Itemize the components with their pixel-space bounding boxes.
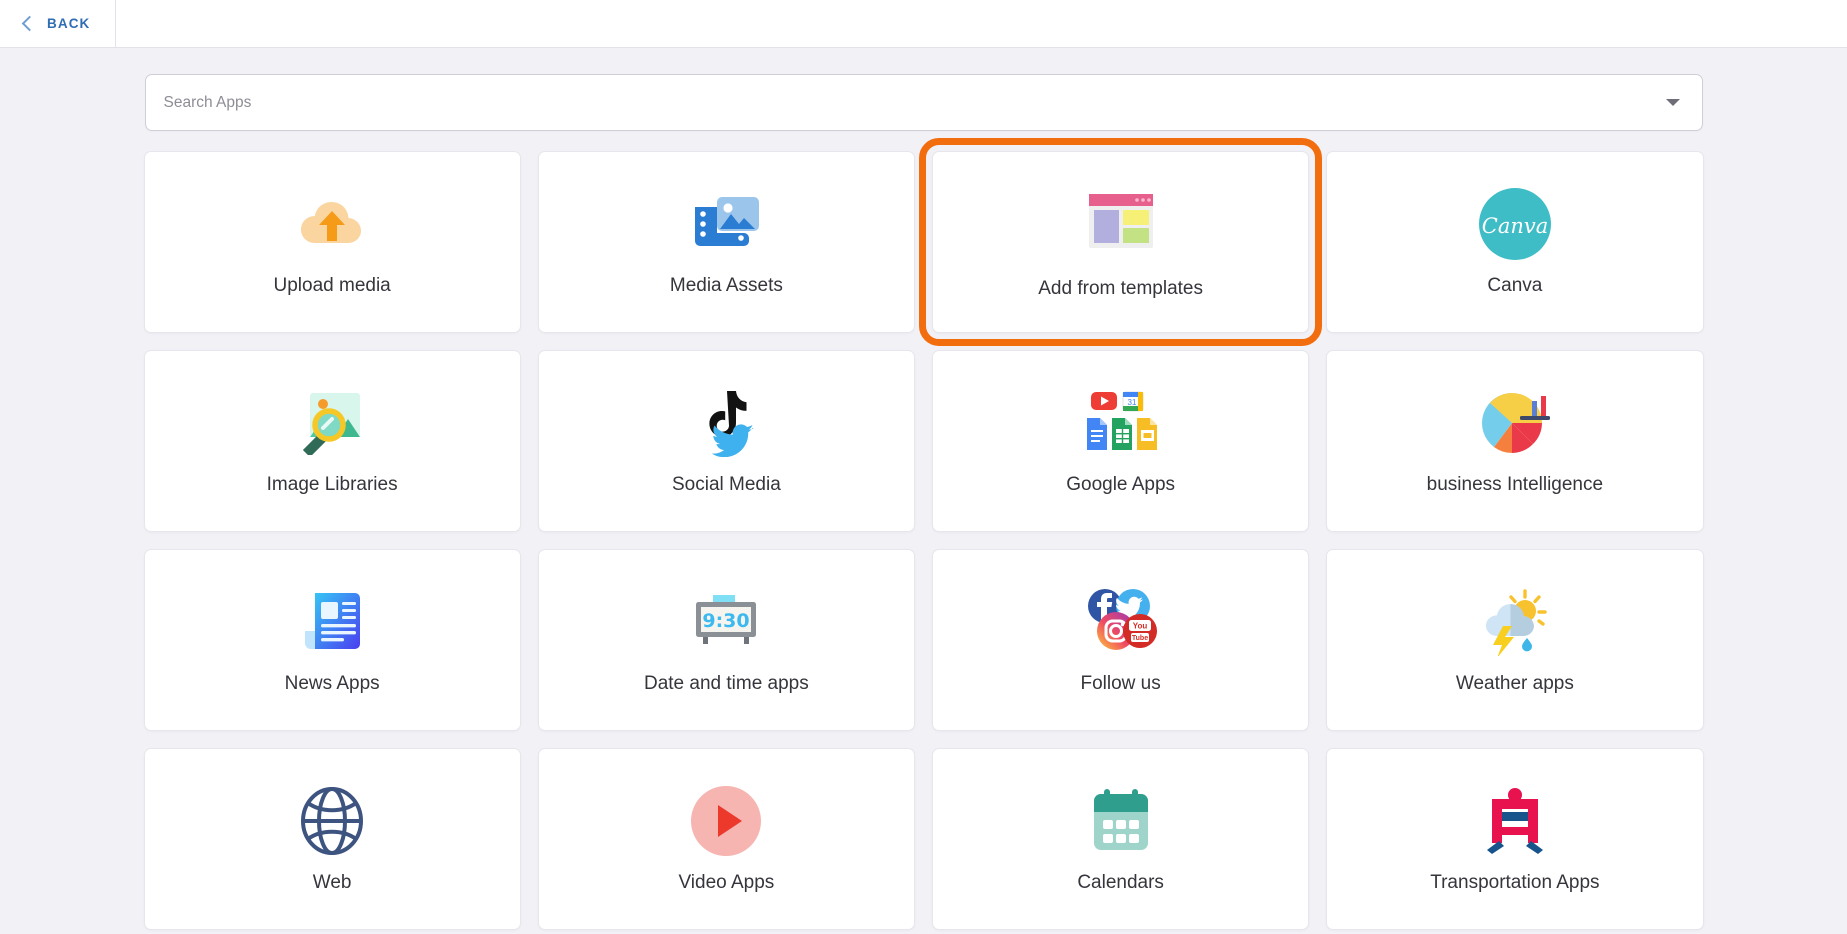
app-card-label: Web — [313, 872, 352, 895]
social-cluster-icon: You Tube — [1084, 585, 1158, 659]
sun-cloud-storm-icon — [1477, 585, 1553, 659]
app-card-weather-apps[interactable]: Weather apps — [1326, 549, 1703, 731]
search-input[interactable] — [162, 93, 1666, 113]
image-search-icon — [296, 386, 368, 460]
app-card-label: business Intelligence — [1427, 474, 1603, 497]
newspaper-icon — [297, 585, 367, 659]
canva-logo-icon: Canva — [1479, 187, 1551, 261]
app-card-label: Video Apps — [678, 872, 774, 895]
svg-text:31: 31 — [1127, 398, 1136, 407]
back-button-label: BACK — [47, 16, 90, 31]
chevron-down-icon[interactable] — [1666, 99, 1680, 106]
app-card-label: Calendars — [1077, 872, 1164, 895]
top-bar: BACK — [0, 0, 1847, 48]
app-card-label: Add from templates — [1038, 278, 1203, 301]
app-card-label: Upload media — [274, 275, 391, 298]
app-card-label: Canva — [1487, 275, 1542, 298]
pie-bar-chart-icon — [1476, 386, 1554, 460]
app-card-calendars[interactable]: Calendars — [932, 748, 1309, 930]
back-button[interactable]: BACK — [0, 0, 116, 47]
app-card-label: Social Media — [672, 474, 781, 497]
template-window-icon — [1086, 184, 1156, 258]
app-card-add-from-templates[interactable]: Add from templates — [932, 151, 1309, 333]
svg-text:Tube: Tube — [1132, 635, 1148, 642]
app-card-label: Media Assets — [670, 275, 783, 298]
app-card-canva[interactable]: Canva Canva — [1326, 151, 1703, 333]
film-photo-icon — [689, 187, 763, 261]
app-card-label: Follow us — [1081, 673, 1161, 696]
svg-text:You: You — [1132, 621, 1147, 630]
app-card-social-media[interactable]: Social Media — [538, 350, 915, 532]
cloud-upload-icon — [297, 187, 367, 261]
globe-icon — [298, 784, 366, 858]
app-card-google-apps[interactable]: 31 Google Apps — [932, 350, 1309, 532]
play-circle-icon — [691, 784, 761, 858]
tiktok-twitter-icon — [693, 386, 759, 460]
app-card-video-apps[interactable]: Video Apps — [538, 748, 915, 930]
calendar-icon — [1087, 784, 1155, 858]
app-card-media-assets[interactable]: Media Assets — [538, 151, 915, 333]
app-card-label: Image Libraries — [267, 474, 398, 497]
app-card-upload-media[interactable]: Upload media — [144, 151, 521, 333]
app-card-date-and-time-apps[interactable]: 9:30 Date and time apps — [538, 549, 915, 731]
app-card-label: Google Apps — [1066, 474, 1175, 497]
svg-text:Canva: Canva — [1482, 214, 1549, 238]
chevron-left-icon — [22, 16, 38, 32]
app-card-label: Date and time apps — [644, 673, 809, 696]
svg-text:9:30: 9:30 — [703, 610, 750, 632]
app-card-image-libraries[interactable]: Image Libraries — [144, 350, 521, 532]
content-container: Upload media Media Assets Add from templ… — [144, 48, 1704, 930]
app-card-label: Weather apps — [1456, 673, 1574, 696]
train-icon — [1479, 784, 1551, 858]
app-card-web[interactable]: Web — [144, 748, 521, 930]
app-card-business-intelligence[interactable]: business Intelligence — [1326, 350, 1703, 532]
app-card-label: News Apps — [285, 673, 380, 696]
search-apps-box[interactable] — [145, 74, 1703, 131]
digital-clock-icon: 9:30 — [687, 585, 765, 659]
app-grid: Upload media Media Assets Add from templ… — [144, 151, 1704, 930]
app-card-follow-us[interactable]: You Tube Follow us — [932, 549, 1309, 731]
app-card-label: Transportation Apps — [1430, 872, 1599, 895]
search-row — [144, 74, 1704, 131]
page-body: Upload media Media Assets Add from templ… — [0, 48, 1847, 934]
google-apps-icon: 31 — [1079, 386, 1163, 460]
app-card-transportation-apps[interactable]: Transportation Apps — [1326, 748, 1703, 930]
app-card-news-apps[interactable]: News Apps — [144, 549, 521, 731]
